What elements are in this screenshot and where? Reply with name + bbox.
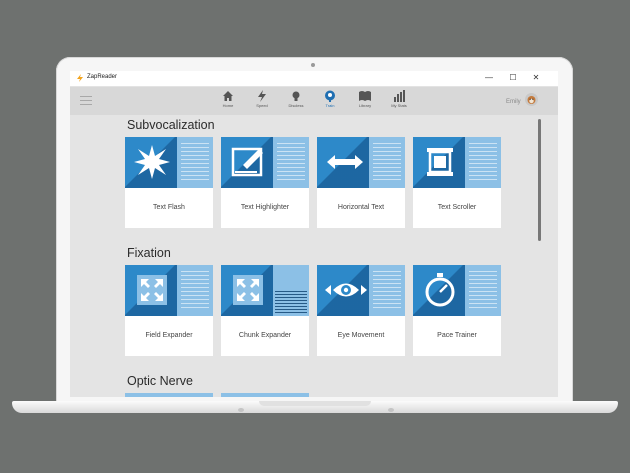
home-icon (223, 91, 233, 101)
maximize-button[interactable]: ☐ (506, 73, 520, 83)
card-thumbnail (125, 137, 213, 188)
card-partial[interactable] (125, 393, 213, 397)
laptop-screen-bezel: ZapReader — ☐ ✕ Home Speed Discless Trai… (56, 57, 573, 405)
close-button[interactable]: ✕ (529, 73, 543, 83)
card-text-scroller[interactable]: Text Scroller (413, 137, 501, 228)
card-field-expander-label: Field Expander (145, 332, 193, 339)
nav-my-stats[interactable]: My Stats (384, 90, 414, 108)
chunk-expand-icon (233, 275, 263, 305)
nav-discless-label: Discless (288, 103, 304, 108)
top-navigation: Home Speed Discless Train Library My Sta… (70, 87, 558, 115)
card-text-scroller-label: Text Scroller (437, 204, 477, 211)
expand-arrows-icon (137, 275, 167, 305)
card-thumbnail (317, 137, 405, 188)
section-title-fixation: Fixation (127, 246, 171, 260)
avatar[interactable] (525, 93, 538, 106)
nav-speed-label: Speed (256, 103, 268, 108)
section-title-subvocalization: Subvocalization (127, 118, 215, 132)
card-horizontal-text[interactable]: Horizontal Text (317, 137, 405, 228)
lightbulb-icon (292, 91, 300, 101)
minimize-button[interactable]: — (482, 73, 496, 83)
app-logo-icon (77, 74, 83, 82)
card-thumbnail (317, 265, 405, 316)
scrollbar[interactable] (538, 119, 541, 241)
menu-icon[interactable] (80, 96, 92, 105)
nav-speed[interactable]: Speed (247, 90, 277, 108)
card-chunk-expander[interactable]: Chunk Expander (221, 265, 309, 356)
stopwatch-icon (425, 273, 455, 307)
nav-library-label: Library (358, 103, 372, 108)
laptop-notch (259, 401, 371, 406)
card-partial[interactable] (221, 393, 309, 397)
webcam (311, 63, 315, 67)
user-name[interactable]: Emily (506, 99, 521, 105)
nav-home[interactable]: Home (213, 90, 243, 108)
laptop-foot (238, 408, 244, 412)
horizontal-arrows-icon (327, 155, 363, 169)
card-text-flash-label: Text Flash (153, 204, 185, 211)
nav-discless[interactable]: Discless (281, 90, 311, 108)
card-pace-trainer[interactable]: Pace Trainer (413, 265, 501, 356)
training-content: Subvocalization Text Flash Text Highligh… (70, 115, 558, 397)
card-thumbnail (221, 265, 309, 316)
card-horizontal-text-label: Horizontal Text (337, 204, 385, 211)
card-text-highlighter-label: Text Highlighter (240, 204, 290, 211)
card-text-highlighter[interactable]: Text Highlighter (221, 137, 309, 228)
title-bar: ZapReader — ☐ ✕ (70, 71, 558, 87)
card-chunk-expander-label: Chunk Expander (238, 332, 292, 339)
bar-chart-icon (394, 90, 405, 102)
card-text-flash[interactable]: Text Flash (125, 137, 213, 228)
eye-icon (325, 283, 367, 297)
card-thumbnail (221, 137, 309, 188)
scroll-icon (427, 148, 453, 176)
avatar-dog-icon (527, 96, 536, 104)
card-eye-movement-label: Eye Movement (337, 332, 385, 339)
nav-library[interactable]: Library (350, 90, 380, 108)
card-thumbnail (125, 265, 213, 316)
nav-home-label: Home (222, 103, 234, 108)
card-thumbnail (413, 265, 501, 316)
starburst-icon (134, 145, 170, 179)
card-thumbnail (413, 137, 501, 188)
laptop-base (12, 401, 618, 413)
window-title: ZapReader (87, 74, 118, 80)
lightning-icon (258, 90, 266, 102)
nav-train-label: Train (325, 103, 335, 108)
brain-icon (325, 90, 335, 102)
card-eye-movement[interactable]: Eye Movement (317, 265, 405, 356)
book-icon (359, 91, 371, 101)
laptop-foot (388, 408, 394, 412)
app-window: ZapReader — ☐ ✕ Home Speed Discless Trai… (70, 71, 558, 397)
section-title-optic-nerve: Optic Nerve (127, 374, 193, 388)
nav-my-stats-label: My Stats (391, 103, 407, 108)
highlighter-icon (231, 147, 263, 177)
nav-train[interactable]: Train (315, 90, 345, 108)
card-field-expander[interactable]: Field Expander (125, 265, 213, 356)
card-pace-trainer-label: Pace Trainer (437, 332, 477, 339)
